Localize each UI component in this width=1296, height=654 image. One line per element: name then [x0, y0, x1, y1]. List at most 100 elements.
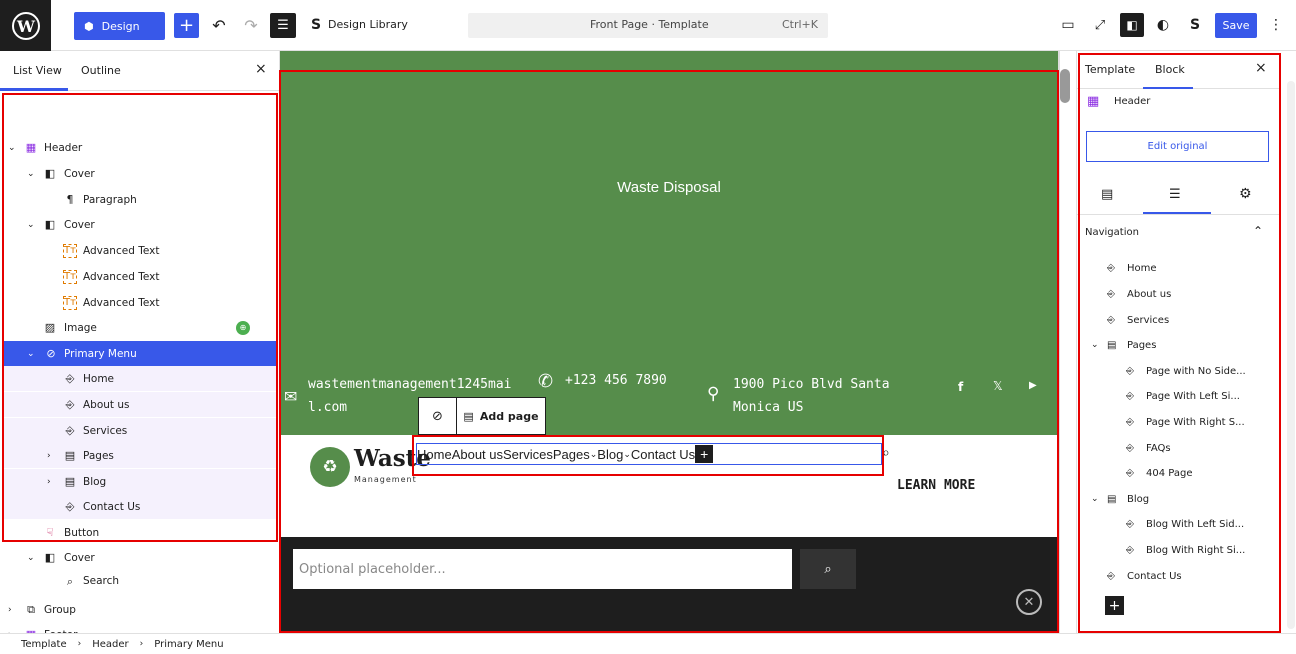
- chevron-up-icon[interactable]: ⌃: [1253, 224, 1263, 238]
- nav-item[interactable]: ⎆ Blog With Right Si...: [1126, 540, 1245, 560]
- chevron-right-icon[interactable]: ›: [8, 605, 18, 615]
- nav-item[interactable]: ⎆ Blog With Left Sid...: [1126, 514, 1244, 534]
- save-button[interactable]: Save: [1215, 13, 1257, 38]
- list-item[interactable]: ⌕ Search: [4, 571, 276, 585]
- breadcrumb-item[interactable]: Primary Menu: [154, 639, 223, 650]
- search-overlay[interactable]: Optional placeholder... ⌕ ✕: [280, 537, 1058, 633]
- close-icon[interactable]: ×: [255, 61, 267, 77]
- chevron-down-icon[interactable]: ⌄: [27, 169, 37, 179]
- list-item[interactable]: ⎆ Home: [4, 366, 276, 391]
- document-overview-button[interactable]: ☰: [270, 13, 296, 38]
- wordpress-logo-button[interactable]: W: [0, 0, 51, 51]
- youtube-icon[interactable]: ▶: [1029, 380, 1037, 391]
- tab-outline[interactable]: Outline: [81, 64, 121, 77]
- list-item[interactable]: ⎆ Contact Us: [4, 494, 276, 519]
- nav-item[interactable]: ⎆ Page with No Side...: [1126, 361, 1246, 381]
- chevron-down-icon[interactable]: ⌄: [27, 349, 37, 359]
- nav-item[interactable]: ⎆ About us: [1107, 284, 1171, 304]
- list-item[interactable]: ⌄ ▦ Header: [4, 135, 276, 160]
- add-menu-item-button[interactable]: +: [695, 445, 714, 463]
- close-icon[interactable]: ×: [1255, 60, 1267, 76]
- tab-template[interactable]: Template: [1085, 63, 1135, 76]
- add-block-button[interactable]: +: [174, 13, 199, 38]
- menu-item-pages[interactable]: Pages: [553, 447, 590, 462]
- spectra-button[interactable]: S: [1185, 15, 1205, 35]
- list-view-tab-icon[interactable]: ☰: [1169, 187, 1181, 202]
- gear-icon[interactable]: ⚙: [1239, 186, 1252, 202]
- design-button[interactable]: ⬢ Design: [74, 12, 165, 40]
- x-twitter-icon[interactable]: 𝕏: [993, 379, 1003, 393]
- sidebar-scrollbar-track[interactable]: [1287, 81, 1295, 629]
- redo-button[interactable]: ↷: [240, 14, 262, 36]
- nav-item[interactable]: ⌄ ▤ Pages: [1091, 335, 1156, 355]
- nav-item[interactable]: ⎆ Page With Left Si...: [1126, 386, 1240, 406]
- list-item-selected[interactable]: ⌄ ⊘ Primary Menu: [4, 341, 276, 366]
- nav-item[interactable]: ⎆ FAQs: [1126, 438, 1171, 458]
- list-item[interactable]: ⎆ Services: [4, 418, 276, 443]
- breadcrumb-item[interactable]: Header: [92, 639, 128, 650]
- tab-block[interactable]: Block: [1155, 63, 1185, 76]
- styles-button[interactable]: ◐: [1153, 15, 1173, 35]
- add-page-button[interactable]: ▤ Add page: [457, 398, 545, 434]
- nav-item[interactable]: ⌄ ▤ Blog: [1091, 489, 1149, 509]
- list-item[interactable]: ⌄ ◧ Cover: [4, 212, 276, 237]
- phone-text[interactable]: +123 456 7890: [565, 373, 667, 388]
- list-item[interactable]: ¶ Paragraph: [4, 187, 276, 212]
- tab-list-view[interactable]: List View: [13, 64, 62, 77]
- facebook-icon[interactable]: f: [958, 380, 963, 394]
- list-item[interactable]: › ▤ Blog: [4, 469, 276, 494]
- device-preview-button[interactable]: ▭: [1058, 15, 1078, 35]
- list-item[interactable]: ▨ Image ⊕: [4, 315, 276, 340]
- search-submit-button[interactable]: ⌕: [800, 549, 856, 589]
- learn-more-button[interactable]: LEARN MORE: [897, 478, 975, 493]
- nav-item[interactable]: ⎆ Services: [1107, 310, 1169, 330]
- search-icon[interactable]: ⌕: [882, 445, 890, 461]
- editor-canvas[interactable]: Waste Disposal ✉ wastementmanagement1245…: [280, 51, 1060, 633]
- undo-button[interactable]: ↶: [208, 14, 230, 36]
- address-text[interactable]: 1900 Pico Blvd Santa Monica US: [733, 373, 890, 419]
- add-nav-item-button[interactable]: +: [1105, 596, 1124, 615]
- menu-item-blog[interactable]: Blog: [597, 447, 623, 462]
- canvas-scrollbar[interactable]: [1060, 69, 1070, 103]
- list-item[interactable]: ⌄ ◧ Cover: [4, 545, 276, 570]
- menu-item-services[interactable]: Services: [503, 447, 553, 462]
- header-bar[interactable]: ♻ Waste Management Home About us Service…: [280, 435, 1058, 537]
- list-item[interactable]: Tт Advanced Text: [4, 264, 276, 289]
- menu-item-about[interactable]: About us: [452, 447, 503, 462]
- list-item[interactable]: Tт Advanced Text: [4, 290, 276, 315]
- nav-item[interactable]: ⎆ 404 Page: [1126, 463, 1192, 483]
- menu-item-contact[interactable]: Contact Us: [631, 447, 695, 462]
- menu-item-home[interactable]: Home: [417, 447, 452, 462]
- list-item[interactable]: › ▤ Pages: [4, 443, 276, 468]
- chevron-down-icon[interactable]: ⌄: [27, 220, 37, 230]
- settings-tab-icon[interactable]: ▤: [1101, 187, 1113, 202]
- list-item[interactable]: Tт Advanced Text: [4, 238, 276, 263]
- nav-item[interactable]: ⎆ Page With Right S...: [1126, 412, 1245, 432]
- navigation-block-icon[interactable]: ⊘: [419, 398, 457, 434]
- settings-toggle-button[interactable]: ◧: [1120, 13, 1144, 37]
- primary-menu[interactable]: Home About us Services Pages ⌄ Blog ⌄ Cont…: [416, 443, 882, 465]
- chevron-right-icon[interactable]: ›: [47, 451, 57, 461]
- design-library-button[interactable]: Design Library: [328, 18, 408, 31]
- list-item[interactable]: › ⧉ Group: [4, 597, 276, 622]
- chevron-down-icon[interactable]: ⌄: [27, 553, 37, 563]
- options-button[interactable]: ⋮: [1266, 15, 1286, 35]
- fullscreen-button[interactable]: ⤢: [1090, 15, 1110, 35]
- shortcut-hint: Ctrl+K: [781, 18, 818, 31]
- list-item[interactable]: ⎆ About us: [4, 392, 276, 417]
- nav-item[interactable]: ⎆ Contact Us: [1107, 566, 1182, 586]
- search-input[interactable]: Optional placeholder...: [293, 549, 792, 589]
- command-palette[interactable]: Front Page · Template Ctrl+K: [468, 13, 828, 38]
- edit-original-button[interactable]: Edit original: [1086, 131, 1269, 162]
- list-item[interactable]: ⌄ ◧ Cover: [4, 161, 276, 186]
- nav-item[interactable]: ⎆ Home: [1107, 258, 1157, 278]
- chevron-down-icon[interactable]: ⌄: [8, 143, 18, 153]
- hero-title[interactable]: Waste Disposal: [280, 179, 1058, 196]
- chevron-right-icon[interactable]: ›: [47, 477, 57, 487]
- chevron-down-icon[interactable]: ⌄: [1091, 494, 1107, 504]
- breadcrumb-item[interactable]: Template: [21, 639, 67, 650]
- chevron-down-icon[interactable]: ⌄: [1091, 340, 1107, 350]
- close-icon[interactable]: ✕: [1016, 589, 1042, 615]
- hero-cover[interactable]: Waste Disposal ✉ wastementmanagement1245…: [280, 51, 1058, 435]
- list-item[interactable]: ☟ Button: [4, 520, 276, 545]
